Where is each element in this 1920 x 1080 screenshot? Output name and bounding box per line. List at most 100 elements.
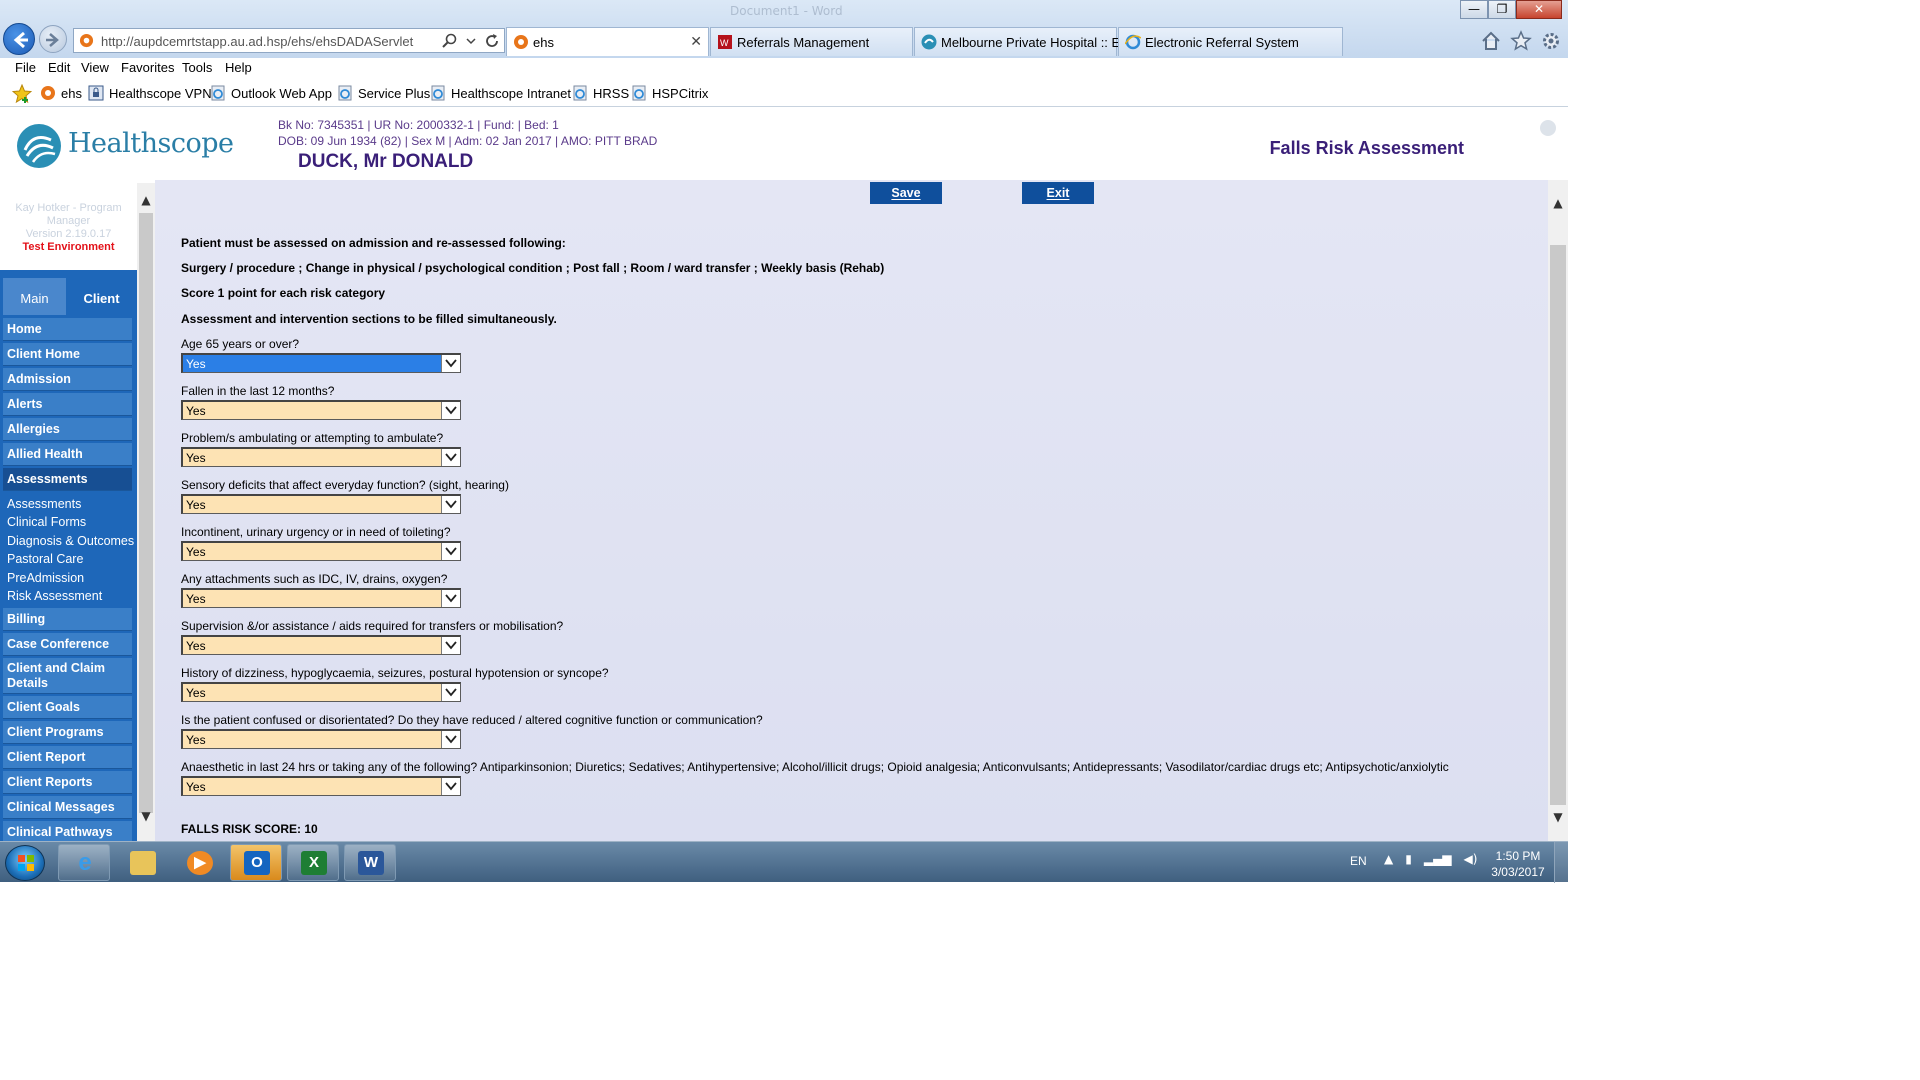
sidebar-item-clinical-pathways[interactable]: Clinical Pathways bbox=[3, 821, 132, 841]
answer-select[interactable]: Yes bbox=[181, 776, 461, 796]
favorite-hspcitrix[interactable]: HSPCitrix bbox=[631, 85, 708, 101]
menu-view[interactable]: View bbox=[81, 60, 109, 75]
taskbar-word[interactable]: W bbox=[344, 844, 396, 881]
tab-electronic-referral-system[interactable]: Electronic Referral System bbox=[1118, 27, 1343, 56]
dropdown-arrow-icon[interactable] bbox=[441, 684, 460, 701]
scroll-up-icon[interactable]: ▲ bbox=[1548, 196, 1568, 210]
favorites-star-icon[interactable] bbox=[1510, 30, 1532, 52]
network-icon[interactable]: ▮ bbox=[1405, 852, 1412, 866]
dropdown-arrow-icon[interactable] bbox=[441, 778, 460, 795]
back-button[interactable] bbox=[3, 23, 35, 55]
show-desktop-button[interactable] bbox=[1554, 842, 1568, 883]
sidebar-item-client-goals[interactable]: Client Goals bbox=[3, 696, 132, 720]
scroll-up-icon[interactable]: ▲ bbox=[137, 193, 155, 207]
favorite-hrss[interactable]: HRSS bbox=[572, 85, 629, 101]
taskbar-internet-explorer[interactable]: e bbox=[58, 844, 110, 881]
subitem-diagnosis-outcomes[interactable]: Diagnosis & Outcomes bbox=[0, 532, 137, 550]
close-window-button[interactable]: ✕ bbox=[1516, 0, 1562, 19]
sidebar-item-assessments[interactable]: Assessments bbox=[3, 468, 132, 491]
add-favorites-star-icon[interactable] bbox=[12, 84, 32, 104]
sidebar-item-client-claim-details[interactable]: Client and Claim Details bbox=[3, 658, 132, 695]
minimize-button[interactable]: — bbox=[1460, 0, 1488, 19]
tab-referrals-management[interactable]: W Referrals Management bbox=[710, 27, 913, 56]
answer-select[interactable]: Yes bbox=[181, 635, 461, 655]
dropdown-arrow-icon[interactable] bbox=[441, 543, 460, 560]
menu-tools[interactable]: Tools bbox=[182, 60, 212, 75]
sidebar-item-case-conference[interactable]: Case Conference bbox=[3, 633, 132, 657]
sidebar-item-alerts[interactable]: Alerts bbox=[3, 393, 132, 416]
search-icon[interactable] bbox=[442, 33, 458, 49]
answer-select[interactable]: Yes bbox=[181, 400, 461, 420]
scroll-down-icon[interactable]: ▼ bbox=[1548, 810, 1568, 824]
subitem-risk-assessment[interactable]: Risk Assessment bbox=[0, 587, 137, 605]
scroll-down-icon[interactable]: ▼ bbox=[137, 809, 155, 823]
answer-select[interactable]: Yes bbox=[181, 447, 461, 467]
subitem-preadmission[interactable]: PreAdmission bbox=[0, 569, 137, 587]
subitem-assessments[interactable]: Assessments bbox=[0, 495, 137, 513]
answer-select[interactable]: Yes bbox=[181, 729, 461, 749]
taskbar-outlook[interactable]: O bbox=[230, 844, 282, 881]
subitem-pastoral-care[interactable]: Pastoral Care bbox=[0, 550, 137, 568]
dropdown-arrow-icon[interactable] bbox=[441, 449, 460, 466]
answer-select[interactable]: Yes bbox=[181, 494, 461, 514]
chevron-down-icon[interactable] bbox=[466, 33, 476, 49]
save-button[interactable]: Save bbox=[870, 182, 942, 204]
close-tab-icon[interactable]: ✕ bbox=[690, 33, 702, 50]
refresh-icon[interactable] bbox=[484, 33, 500, 49]
favorite-healthscope-intranet[interactable]: Healthscope Intranet bbox=[430, 85, 571, 101]
answer-select[interactable]: Yes bbox=[181, 682, 461, 702]
sidebar-scrollbar[interactable]: ▲ ▼ bbox=[137, 183, 155, 841]
dropdown-arrow-icon[interactable] bbox=[441, 731, 460, 748]
sidebar-item-billing[interactable]: Billing bbox=[3, 608, 132, 632]
forward-button[interactable] bbox=[39, 25, 67, 53]
menu-file[interactable]: File bbox=[15, 60, 36, 75]
main-scroll-thumb[interactable] bbox=[1550, 245, 1566, 805]
sidebar-item-client-report[interactable]: Client Report bbox=[3, 746, 132, 770]
dropdown-arrow-icon[interactable] bbox=[441, 637, 460, 654]
header-back-icon[interactable] bbox=[1540, 120, 1556, 136]
sidebar-scroll-thumb[interactable] bbox=[139, 213, 153, 813]
answer-select[interactable]: Yes bbox=[181, 541, 461, 561]
tab-melbourne-private-hospital[interactable]: Melbourne Private Hospital :: E... bbox=[914, 27, 1131, 56]
sidebar-item-client-programs[interactable]: Client Programs bbox=[3, 721, 132, 745]
show-hidden-icons-icon[interactable]: ▲ bbox=[1384, 852, 1393, 866]
restore-button[interactable]: ❐ bbox=[1488, 0, 1516, 19]
dropdown-arrow-icon[interactable] bbox=[441, 355, 460, 372]
sidebar-item-allied-health[interactable]: Allied Health bbox=[3, 443, 132, 466]
taskbar-file-explorer[interactable] bbox=[116, 844, 168, 881]
sidebar-item-admission[interactable]: Admission bbox=[3, 368, 132, 391]
dropdown-arrow-icon[interactable] bbox=[441, 590, 460, 607]
sidebar-item-clinical-messages[interactable]: Clinical Messages bbox=[3, 796, 132, 820]
sidebar-item-client-home[interactable]: Client Home bbox=[3, 343, 132, 366]
settings-gear-icon[interactable] bbox=[1540, 30, 1562, 52]
subitem-clinical-forms[interactable]: Clinical Forms bbox=[0, 513, 137, 531]
favorite-healthscope-vpn[interactable]: Healthscope VPN bbox=[88, 85, 212, 101]
start-button[interactable] bbox=[5, 845, 45, 881]
tab-ehs[interactable]: ehs ✕ bbox=[506, 27, 709, 56]
tab-client[interactable]: Client bbox=[66, 270, 137, 315]
address-bar[interactable]: http://aupdcemrtstapp.au.ad.hsp/ehs/ehsD… bbox=[73, 28, 505, 53]
clock[interactable]: 1:50 PM 3/03/2017 bbox=[1488, 848, 1548, 880]
menu-edit[interactable]: Edit bbox=[48, 60, 70, 75]
volume-icon[interactable]: ◀) bbox=[1464, 852, 1478, 866]
sidebar-item-client-reports[interactable]: Client Reports bbox=[3, 771, 132, 795]
tab-main[interactable]: Main bbox=[3, 278, 66, 315]
exit-button[interactable]: Exit bbox=[1022, 182, 1094, 204]
signal-icon[interactable]: ▂▄▆ bbox=[1424, 852, 1452, 866]
menu-help[interactable]: Help bbox=[225, 60, 252, 75]
answer-select[interactable]: Yes bbox=[181, 353, 461, 373]
taskbar-excel[interactable]: X bbox=[287, 844, 339, 881]
dropdown-arrow-icon[interactable] bbox=[441, 402, 460, 419]
favorite-outlook-web-app[interactable]: Outlook Web App bbox=[210, 85, 332, 101]
taskbar-media-player[interactable]: ▶ bbox=[173, 844, 225, 881]
language-indicator[interactable]: EN bbox=[1350, 854, 1367, 868]
menu-favorites[interactable]: Favorites bbox=[121, 60, 174, 75]
favorite-service-plus[interactable]: Service Plus bbox=[337, 85, 430, 101]
favorite-ehs[interactable]: ehs bbox=[40, 85, 82, 101]
sidebar-item-home[interactable]: Home bbox=[3, 318, 132, 341]
sidebar-item-allergies[interactable]: Allergies bbox=[3, 418, 132, 441]
main-scrollbar[interactable]: ▲ ▼ bbox=[1548, 180, 1568, 841]
home-icon[interactable] bbox=[1480, 30, 1502, 52]
dropdown-arrow-icon[interactable] bbox=[441, 496, 460, 513]
answer-select[interactable]: Yes bbox=[181, 588, 461, 608]
